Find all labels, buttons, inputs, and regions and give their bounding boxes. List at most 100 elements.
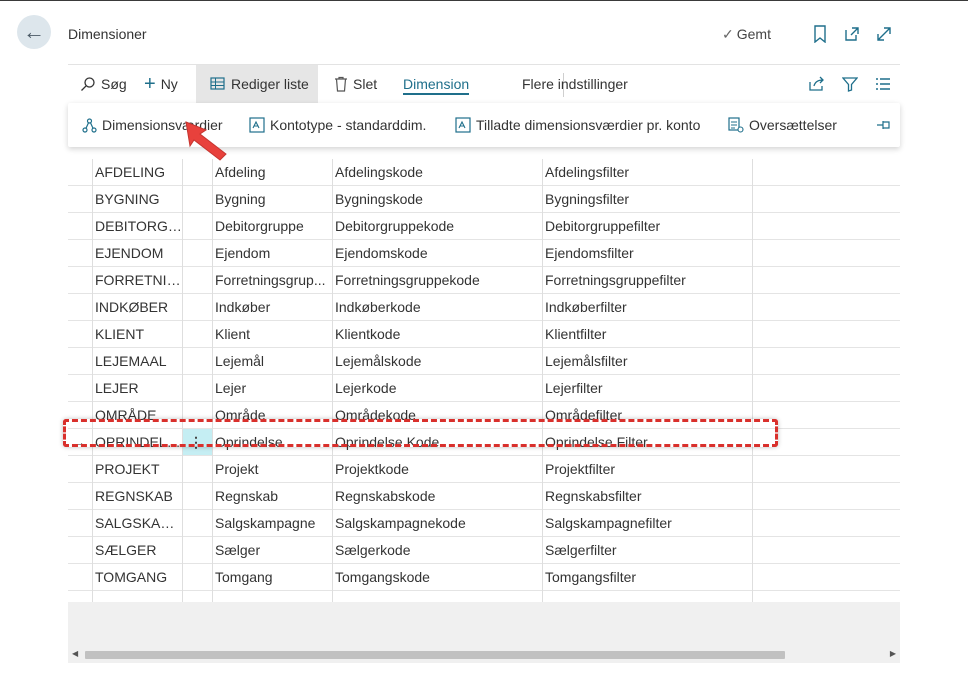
code-caption-cell[interactable]: Regnskabskode — [332, 483, 542, 509]
table-row[interactable]: REGNSKAB Regnskab Regnskabskode Regnskabsfi… — [68, 483, 900, 510]
table-row[interactable]: FORRETNIN... Forretningsgrup... Forretning… — [68, 267, 900, 294]
name-cell[interactable]: Afdeling — [212, 159, 332, 185]
delete-button[interactable]: Slet — [334, 65, 377, 103]
code-caption-cell[interactable]: Sælgerkode — [332, 537, 542, 563]
code-cell[interactable]: DEBITORGR... — [92, 213, 182, 239]
filter-caption-cell[interactable]: Lejerfilter — [542, 375, 752, 401]
table-row[interactable]: → OPRINDELSE Oprindelse Oprindelse Kode Opri… — [68, 429, 900, 456]
code-caption-cell[interactable]: Forretningsgruppekode — [332, 267, 542, 293]
row-context-menu-cell[interactable] — [182, 321, 212, 347]
row-context-menu-cell[interactable] — [182, 564, 212, 590]
code-cell[interactable]: INDKØBER — [92, 294, 182, 320]
search-button[interactable]: Søg — [80, 65, 127, 103]
table-row[interactable]: LEJER Lejer Lejerkode Lejerfilter — [68, 375, 900, 402]
code-caption-cell[interactable]: Områdekode — [332, 402, 542, 428]
scroll-left-icon[interactable]: ◀ — [72, 649, 78, 658]
code-caption-cell[interactable]: Afdelingskode — [332, 159, 542, 185]
table-row[interactable]: SALGSKAM... Salgskampagne Salgskampagnekod… — [68, 510, 900, 537]
table-row[interactable]: SÆLGER Sælger Sælgerkode Sælgerfilter — [68, 537, 900, 564]
scrollbar-thumb[interactable] — [85, 651, 785, 659]
scroll-right-icon[interactable]: ▶ — [890, 649, 896, 658]
code-cell[interactable]: BYGNING — [92, 186, 182, 212]
table-row[interactable]: TOMGANG Tomgang Tomgangskode Tomgangsfilter — [68, 564, 900, 591]
row-context-menu-cell[interactable] — [182, 240, 212, 266]
table-row[interactable]: PROJEKT Projekt Projektkode Projektfilter — [68, 456, 900, 483]
filter-caption-cell[interactable]: Afdelingsfilter — [542, 159, 752, 185]
name-cell[interactable]: Bygning — [212, 186, 332, 212]
table-row[interactable]: BYGNING Bygning Bygningskode Bygningsfilter — [68, 186, 900, 213]
table-row[interactable]: KLIENT Klient Klientkode Klientfilter — [68, 321, 900, 348]
row-context-menu-cell[interactable] — [182, 213, 212, 239]
filter-button[interactable] — [842, 65, 858, 103]
code-caption-cell[interactable]: Projektkode — [332, 456, 542, 482]
edit-list-button[interactable]: Rediger liste — [196, 65, 318, 103]
name-cell[interactable]: Salgskampagne — [212, 510, 332, 536]
name-cell[interactable]: Sælger — [212, 537, 332, 563]
filter-caption-cell[interactable]: Debitorgruppefilter — [542, 213, 752, 239]
table-row[interactable]: AFDELING Afdeling Afdelingskode Afdelingsfi… — [68, 159, 900, 186]
horizontal-scrollbar[interactable]: ◀ ▶ — [68, 647, 900, 663]
name-cell[interactable]: Ejendom — [212, 240, 332, 266]
code-cell[interactable]: FORRETNIN... — [92, 267, 182, 293]
empty-new-row[interactable] — [68, 591, 900, 602]
filter-caption-cell[interactable]: Bygningsfilter — [542, 186, 752, 212]
filter-caption-cell[interactable]: Salgskampagnefilter — [542, 510, 752, 536]
code-caption-cell[interactable]: Salgskampagnekode — [332, 510, 542, 536]
filter-caption-cell[interactable]: Indkøberfilter — [542, 294, 752, 320]
code-cell[interactable]: KLIENT — [92, 321, 182, 347]
row-context-menu-cell[interactable]: ⋮ — [182, 429, 212, 455]
row-context-menu-cell[interactable] — [182, 537, 212, 563]
filter-caption-cell[interactable]: Oprindelse Filter — [542, 429, 752, 455]
pin-button[interactable] — [876, 103, 892, 147]
code-cell[interactable]: AFDELING — [92, 159, 182, 185]
filter-caption-cell[interactable]: Ejendomsfilter — [542, 240, 752, 266]
row-context-menu-cell[interactable] — [182, 186, 212, 212]
expand-button[interactable] — [874, 24, 894, 44]
code-cell[interactable]: TOMGANG — [92, 564, 182, 590]
filter-caption-cell[interactable]: Lejemålsfilter — [542, 348, 752, 374]
code-caption-cell[interactable]: Indkøberkode — [332, 294, 542, 320]
code-caption-cell[interactable]: Oprindelse Kode — [332, 429, 542, 455]
new-button[interactable]: + Ny — [144, 65, 178, 103]
row-context-menu-cell[interactable] — [182, 510, 212, 536]
name-cell[interactable]: Klient — [212, 321, 332, 347]
code-caption-cell[interactable]: Ejendomskode — [332, 240, 542, 266]
filter-caption-cell[interactable]: Tomgangsfilter — [542, 564, 752, 590]
code-cell[interactable]: REGNSKAB — [92, 483, 182, 509]
row-context-menu-cell[interactable] — [182, 294, 212, 320]
code-cell[interactable]: EJENDOM — [92, 240, 182, 266]
row-context-menu-cell[interactable] — [182, 402, 212, 428]
row-context-menu-cell[interactable] — [182, 483, 212, 509]
filter-caption-cell[interactable]: Områdefilter — [542, 402, 752, 428]
filter-caption-cell[interactable]: Regnskabsfilter — [542, 483, 752, 509]
code-cell[interactable]: PROJEKT — [92, 456, 182, 482]
code-caption-cell[interactable]: Lejemålskode — [332, 348, 542, 374]
table-row[interactable]: INDKØBER Indkøber Indkøberkode Indkøberfilt… — [68, 294, 900, 321]
name-cell[interactable]: Forretningsgrup... — [212, 267, 332, 293]
code-caption-cell[interactable]: Tomgangskode — [332, 564, 542, 590]
name-cell[interactable]: Debitorgruppe — [212, 213, 332, 239]
translations-menu-item[interactable]: Oversættelser — [728, 103, 837, 147]
name-cell[interactable]: Indkøber — [212, 294, 332, 320]
more-options-button[interactable]: Flere indstillinger — [522, 65, 628, 103]
code-caption-cell[interactable]: Debitorgruppekode — [332, 213, 542, 239]
name-cell[interactable]: Regnskab — [212, 483, 332, 509]
row-context-menu-cell[interactable] — [182, 159, 212, 185]
name-cell[interactable]: Oprindelse — [212, 429, 332, 455]
code-cell[interactable]: OMRÅDE — [92, 402, 182, 428]
code-cell[interactable]: SÆLGER — [92, 537, 182, 563]
code-caption-cell[interactable]: Lejerkode — [332, 375, 542, 401]
row-context-menu-cell[interactable] — [182, 456, 212, 482]
code-cell[interactable]: OPRINDELSE — [92, 429, 182, 455]
table-row[interactable]: DEBITORGR... Debitorgruppe Debitorgruppeko… — [68, 213, 900, 240]
name-cell[interactable]: Projekt — [212, 456, 332, 482]
table-row[interactable]: LEJEMAAL Lejemål Lejemålskode Lejemålsfilte… — [68, 348, 900, 375]
table-row[interactable]: EJENDOM Ejendom Ejendomskode Ejendomsfilter — [68, 240, 900, 267]
name-cell[interactable]: Tomgang — [212, 564, 332, 590]
name-cell[interactable]: Område — [212, 402, 332, 428]
code-cell[interactable]: LEJEMAAL — [92, 348, 182, 374]
more-actions-icon[interactable]: ⋮ — [182, 429, 210, 455]
share-button[interactable] — [808, 65, 826, 103]
code-cell[interactable]: SALGSKAM... — [92, 510, 182, 536]
open-new-window-button[interactable] — [842, 24, 862, 44]
